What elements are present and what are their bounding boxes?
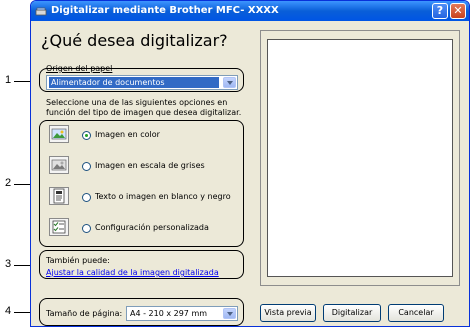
callout-box-4 [39, 298, 244, 326]
preview-area [267, 39, 453, 277]
window-title: Digitalizar mediante Brother MFC- XXXX [51, 5, 279, 16]
page-title: ¿Qué desea digitalizar? [41, 31, 228, 50]
help-button[interactable]: ? [432, 3, 448, 19]
close-button[interactable]: ✕ [450, 3, 466, 19]
callout-number-2: 2 [5, 177, 12, 189]
preview-pane [260, 30, 460, 286]
callout-box-1 [39, 68, 244, 92]
title-bar[interactable]: Digitalizar mediante Brother MFC- XXXX ?… [31, 1, 469, 21]
callout-number-3: 3 [5, 258, 12, 270]
callout-box-3 [39, 250, 244, 279]
callout-number-4: 4 [5, 305, 12, 317]
cancel-button[interactable]: Cancelar [388, 304, 444, 322]
callout-box-2 [39, 120, 244, 247]
scan-button[interactable]: Digitalizar [323, 304, 381, 322]
instructions-text: Seleccione una de las siguientes opcione… [46, 98, 242, 117]
callout-number-1: 1 [5, 74, 12, 86]
scanner-icon [35, 7, 47, 16]
preview-button[interactable]: Vista previa [260, 304, 316, 322]
